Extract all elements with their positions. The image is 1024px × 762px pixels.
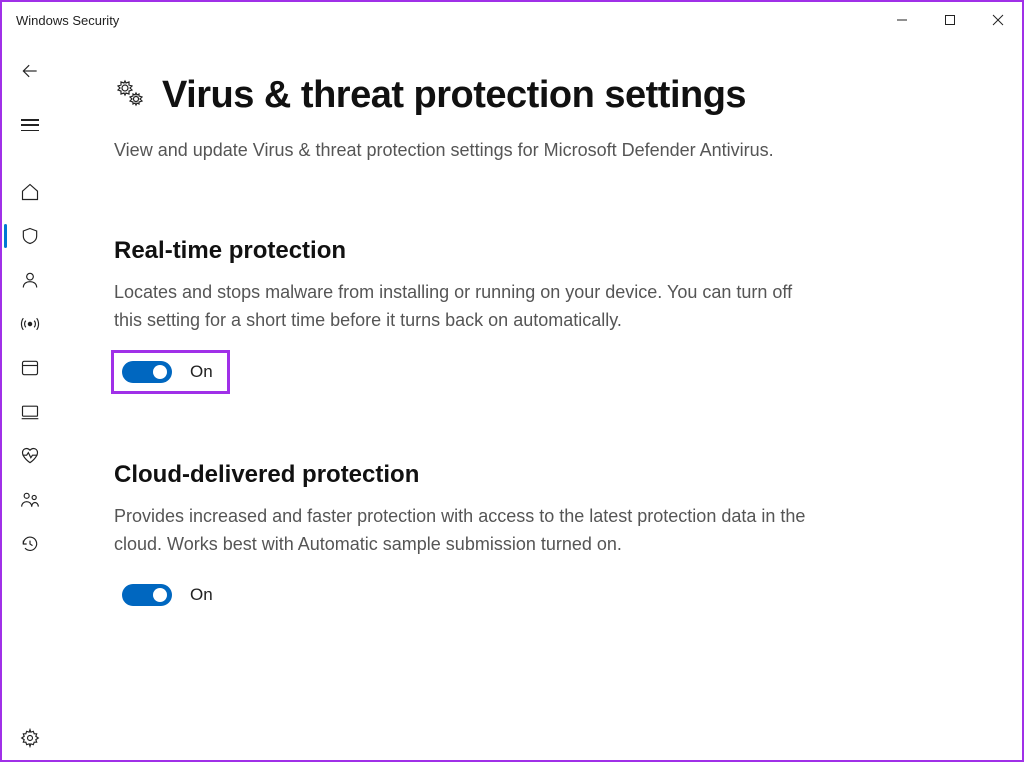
minimize-button[interactable] [878,2,926,38]
home-icon [20,182,40,202]
cloud-toggle[interactable] [122,584,172,606]
close-button[interactable] [974,2,1022,38]
titlebar: Windows Security [2,2,1022,38]
gears-icon [114,77,146,114]
family-icon [20,490,40,510]
realtime-toggle-label: On [190,362,213,382]
sidebar-item-firewall[interactable] [2,302,58,346]
sidebar [2,38,58,760]
realtime-title: Real-time protection [114,237,952,265]
sidebar-item-device-security[interactable] [2,390,58,434]
page-title: Virus & threat protection settings [162,74,746,117]
hamburger-menu[interactable] [2,98,58,152]
realtime-desc: Locates and stops malware from installin… [114,279,814,335]
back-button[interactable] [2,44,58,98]
cloud-title: Cloud-delivered protection [114,461,952,489]
sidebar-item-virus-threat[interactable] [2,214,58,258]
page-subtitle: View and update Virus & threat protectio… [114,137,814,165]
realtime-toggle[interactable] [122,361,172,383]
sidebar-item-history[interactable] [2,522,58,566]
device-icon [20,402,40,422]
maximize-button[interactable] [926,2,974,38]
sidebar-item-settings[interactable] [2,716,58,760]
account-icon [20,270,40,290]
shield-icon [20,226,40,246]
cloud-toggle-row: On [114,576,227,614]
toggle-knob [153,588,167,602]
app-browser-icon [20,358,40,378]
history-icon [20,534,40,554]
window-title: Windows Security [16,13,119,28]
cloud-desc: Provides increased and faster protection… [114,503,814,559]
toggle-knob [153,365,167,379]
sidebar-item-device-performance[interactable] [2,434,58,478]
gear-icon [20,728,40,748]
sidebar-item-family[interactable] [2,478,58,522]
hamburger-icon [21,119,39,131]
sidebar-item-app-browser[interactable] [2,346,58,390]
cloud-toggle-label: On [190,585,213,605]
heart-pulse-icon [20,446,40,466]
main-content: Virus & threat protection settings View … [58,38,1022,760]
sidebar-item-home[interactable] [2,170,58,214]
realtime-toggle-row: On [114,353,227,391]
antenna-icon [20,314,40,334]
sidebar-item-account[interactable] [2,258,58,302]
